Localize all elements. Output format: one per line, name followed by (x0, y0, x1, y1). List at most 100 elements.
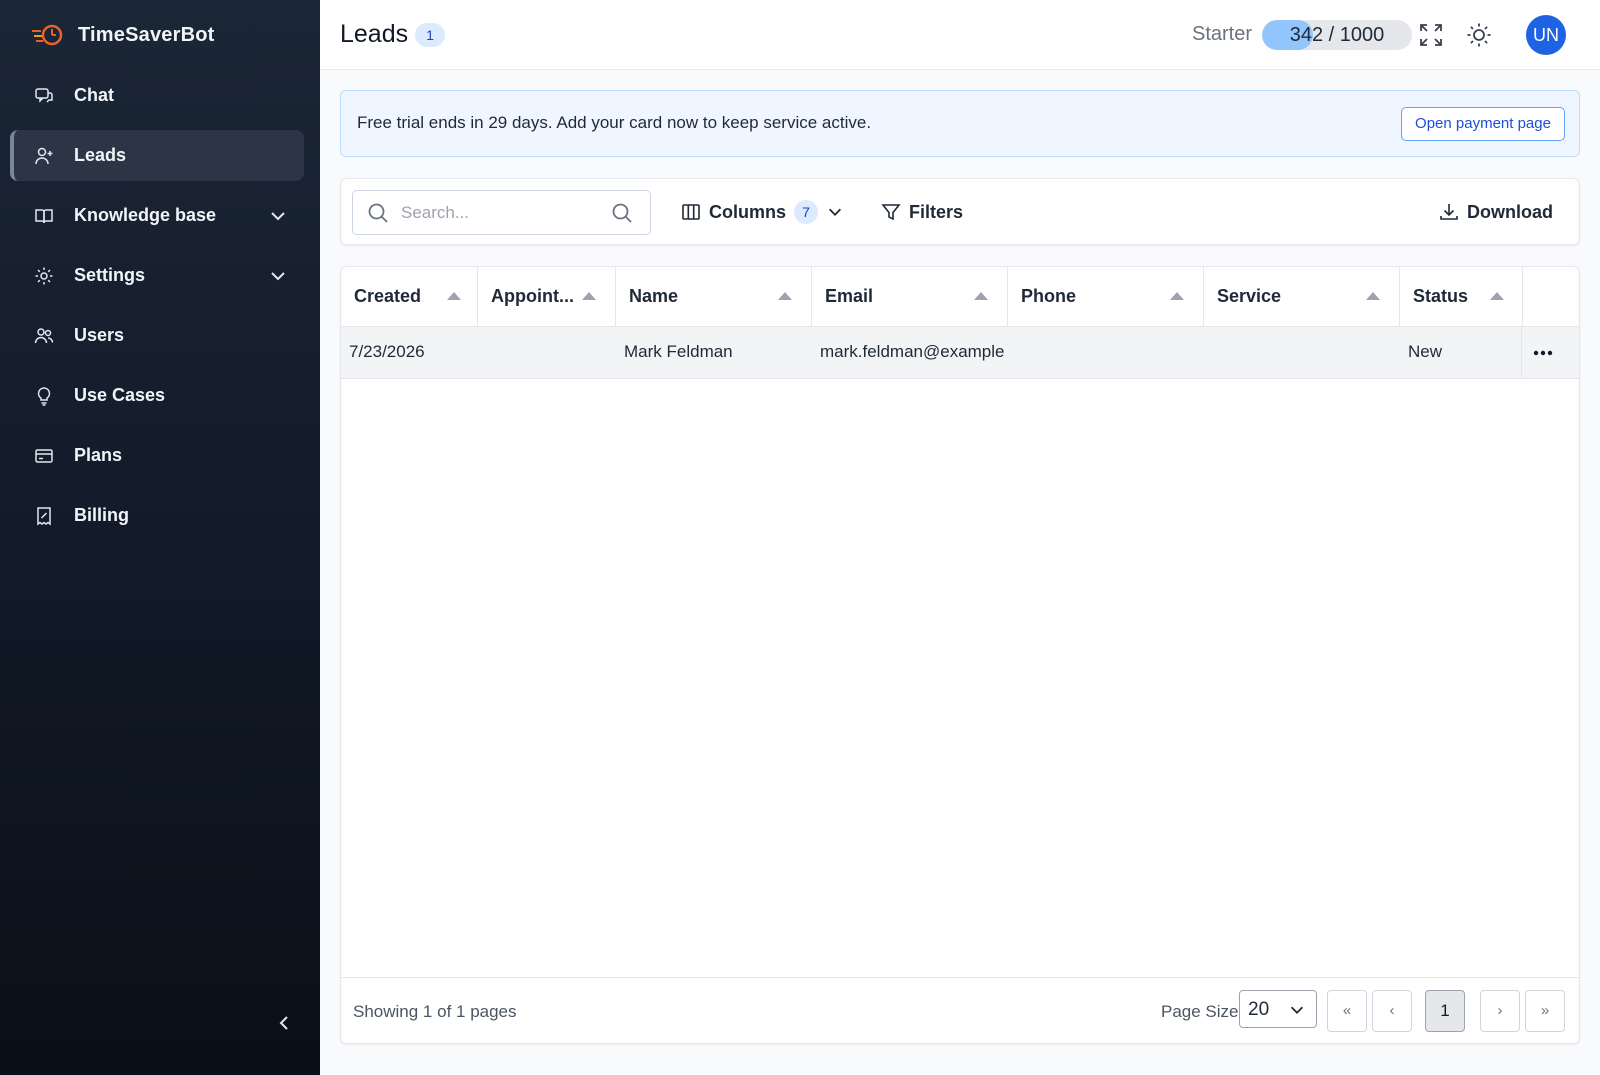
page-size-label: Page Size (1161, 1002, 1239, 1021)
gear-icon (34, 266, 54, 286)
download-label: Download (1467, 201, 1553, 222)
sort-asc-icon[interactable] (1490, 292, 1504, 300)
theme-toggle-sun-icon[interactable] (1466, 22, 1492, 48)
chevron-down-icon (268, 266, 288, 286)
columns-count-badge: 7 (794, 200, 819, 224)
sidebar-item-label: Use Cases (74, 385, 166, 405)
prev-page-button[interactable]: ‹ (1372, 990, 1412, 1032)
fullscreen-icon[interactable] (1418, 22, 1444, 48)
pagination-summary: Showing 1 of 1 pages (353, 1002, 517, 1021)
sidebar-item-billing[interactable]: Billing (10, 490, 304, 541)
last-page-button[interactable]: » (1525, 990, 1565, 1032)
sort-asc-icon[interactable] (582, 292, 596, 300)
column-header-label: Name (629, 286, 679, 306)
page-title: Leads (340, 20, 409, 48)
book-icon (34, 206, 54, 226)
plan-name: Starter (1192, 23, 1253, 45)
cell-name: Mark Feldman (624, 342, 733, 361)
table-row[interactable]: 7/23/2026 Mark Feldman mark.feldman@exam… (341, 327, 1579, 379)
chevron-down-icon (828, 208, 842, 216)
sidebar-item-knowledge-base[interactable]: Knowledge base (10, 190, 304, 241)
cell-created: 7/23/2026 (349, 342, 425, 361)
sidebar-item-label: Chat (74, 85, 114, 105)
sort-asc-icon[interactable] (1366, 292, 1380, 300)
page-size-value: 20 (1248, 999, 1270, 1020)
sidebar-item-leads[interactable]: Leads (10, 130, 304, 181)
column-header-name[interactable]: Name (616, 267, 812, 327)
filters-label: Filters (909, 201, 964, 222)
usage-meter[interactable]: 342 / 1000 (1262, 20, 1412, 50)
search-input[interactable] (401, 199, 591, 227)
sidebar-item-settings[interactable]: Settings (10, 250, 304, 301)
brand[interactable]: TimeSaverBot (0, 0, 320, 70)
sort-asc-icon[interactable] (974, 292, 988, 300)
table-toolbar: Columns 7 Filters Download (340, 178, 1580, 245)
sidebar-item-use-cases[interactable]: Use Cases (10, 370, 304, 421)
column-header-appointment[interactable]: Appoint... (478, 267, 616, 327)
table-footer: Showing 1 of 1 pages Page Size 20 « ‹ 1 … (341, 977, 1579, 1043)
column-header-label: Email (825, 286, 874, 306)
sidebar-item-label: Knowledge base (74, 205, 217, 225)
cell-email: mark.feldman@example (820, 342, 1005, 361)
cell-status: New (1408, 342, 1443, 361)
columns-label: Columns (709, 201, 787, 222)
chevron-down-icon (1288, 1001, 1306, 1019)
trial-banner-text: Free trial ends in 29 days. Add your car… (357, 113, 872, 132)
sidebar-item-label: Leads (74, 145, 127, 165)
table-header: Created Appoint... Name Email Phone Serv… (341, 267, 1579, 327)
sidebar-item-plans[interactable]: Plans (10, 430, 304, 481)
row-divider (1521, 327, 1522, 379)
leads-count-badge: 1 (415, 23, 445, 47)
trial-banner: Free trial ends in 29 days. Add your car… (340, 90, 1580, 157)
download-button[interactable]: Download (1439, 197, 1553, 227)
current-page-button[interactable]: 1 (1425, 990, 1465, 1032)
sort-asc-icon[interactable] (778, 292, 792, 300)
more-actions-icon[interactable] (1531, 343, 1555, 363)
chevron-down-icon (268, 206, 288, 226)
sort-asc-icon[interactable] (447, 292, 461, 300)
page-size-select[interactable]: 20 (1239, 990, 1317, 1028)
sort-asc-icon[interactable] (1170, 292, 1184, 300)
sidebar-item-label: Billing (74, 505, 129, 525)
first-page-button[interactable]: « (1327, 990, 1367, 1032)
search-submit-icon[interactable] (611, 202, 633, 224)
columns-button[interactable]: Columns 7 (681, 197, 844, 227)
user-plus-icon (34, 146, 54, 166)
users-icon (34, 326, 54, 346)
columns-icon (682, 204, 700, 220)
usage-text: 342 / 1000 (1289, 24, 1385, 46)
search-box[interactable] (352, 190, 651, 235)
column-header-created[interactable]: Created (341, 267, 478, 327)
sidebar-item-label: Settings (74, 265, 146, 285)
column-header-email[interactable]: Email (812, 267, 1008, 327)
column-header-label: Created (354, 286, 422, 306)
filters-button[interactable]: Filters (881, 197, 963, 227)
column-header-label: Phone (1021, 286, 1077, 306)
user-avatar[interactable]: UN (1526, 15, 1566, 55)
top-header: Leads 1 Starter 342 / 1000 UN (320, 0, 1600, 70)
column-header-service[interactable]: Service (1204, 267, 1400, 327)
sidebar-item-chat[interactable]: Chat (10, 70, 304, 121)
sidebar-item-users[interactable]: Users (10, 310, 304, 361)
sidebar-nav: Chat Leads Knowledge base Settings Users… (0, 70, 320, 541)
filter-icon (881, 204, 901, 221)
column-header-label: Service (1217, 286, 1282, 306)
credit-card-icon (34, 446, 54, 466)
leads-table: Created Appoint... Name Email Phone Serv… (340, 266, 1580, 1044)
chat-icon (34, 86, 54, 106)
column-header-label: Status (1413, 286, 1469, 306)
sidebar-item-label: Users (74, 325, 125, 345)
next-page-button[interactable]: › (1480, 990, 1520, 1032)
search-icon (367, 202, 389, 224)
sidebar-item-label: Plans (74, 445, 123, 465)
download-icon (1440, 204, 1458, 220)
lightbulb-icon (34, 386, 54, 406)
column-header-label: Appoint... (491, 286, 574, 306)
sidebar: TimeSaverBot Chat Leads Knowledge base S… (0, 0, 320, 1075)
open-payment-page-button[interactable]: Open payment page (1401, 107, 1565, 141)
collapse-sidebar-icon[interactable] (272, 1011, 296, 1035)
brand-name: TimeSaverBot (78, 23, 215, 46)
column-header-phone[interactable]: Phone (1008, 267, 1204, 327)
receipt-icon (34, 506, 54, 526)
column-header-status[interactable]: Status (1400, 267, 1523, 327)
